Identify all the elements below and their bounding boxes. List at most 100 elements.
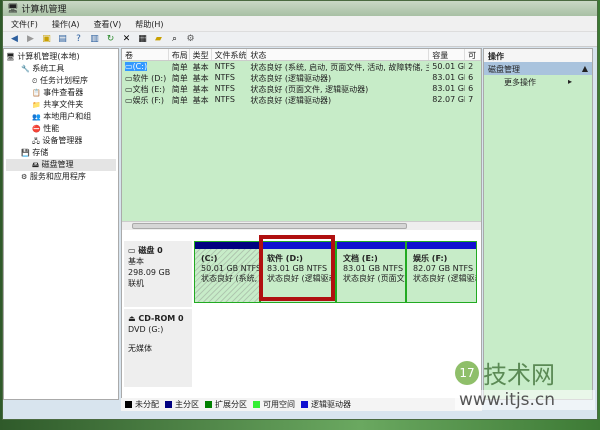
cell: NTFS <box>212 94 248 105</box>
cell: 基本 <box>190 94 212 105</box>
tree-item[interactable]: 🖥 计算机管理(本地) <box>6 51 116 63</box>
cell: 状态良好 (逻辑驱动器) <box>247 94 429 105</box>
cell: 7 <box>465 94 481 105</box>
col-filesystem[interactable]: 文件系统 <box>212 49 248 60</box>
cell-text: 7 <box>468 95 474 104</box>
volume-row[interactable]: ▭软件 (D:)简单基本NTFS状态良好 (逻辑驱动器)83.01 GB6 <box>122 72 481 83</box>
legend-swatch <box>205 401 212 408</box>
col-volume[interactable]: 卷 <box>122 49 169 60</box>
show-tree-icon[interactable]: ▤ <box>57 34 68 45</box>
disk-size: 298.09 GB <box>128 268 171 277</box>
tree-item-label: 事件查看器 <box>43 88 84 97</box>
volume-icon: ▭ <box>125 96 133 105</box>
volume-row[interactable]: ▭娱乐 (F:)简单基本NTFS状态良好 (逻辑驱动器)82.07 GB7 <box>122 94 481 105</box>
col-status[interactable]: 状态 <box>247 49 430 60</box>
menu-view[interactable]: 查看(V) <box>94 19 122 29</box>
cell: 83.01 GB <box>429 83 465 94</box>
cdrom-area[interactable] <box>194 307 477 387</box>
cell-text: 状态良好 (页面文件, 逻辑驱动器) <box>250 85 369 94</box>
more-actions-label: 更多操作 <box>504 78 536 87</box>
tree-item[interactable]: 📁 共享文件夹 <box>6 99 116 111</box>
cell-text: 简单 <box>171 63 188 72</box>
partition-size: 83.01 GB NTFS <box>343 264 404 273</box>
tree-item[interactable]: ⏲ 任务计划程序 <box>6 75 116 87</box>
cell-text: 简单 <box>171 85 188 94</box>
settings-icon[interactable]: ⚙ <box>185 34 196 45</box>
disk-0-label[interactable]: ▭ 磁盘 0 基本 298.09 GB 联机 <box>124 241 192 307</box>
cell: 2 <box>465 61 481 72</box>
volume-row[interactable]: ▭(C:) 简单 基本 NTFS 状态良好 (系统, 启动, 页面文件, 活动, 故障转… <box>122 61 481 72</box>
tree-item-label: 磁盘管理 <box>41 160 74 169</box>
volume-icon: ▭ <box>125 85 133 94</box>
tree-item[interactable]: 💾 存储 <box>6 147 116 159</box>
tree-node-icon: 📁 <box>32 101 41 109</box>
tree-item[interactable]: 🔧 系统工具 <box>6 63 116 75</box>
cdrom-name: CD-ROM 0 <box>138 314 184 323</box>
disk-type: 基本 <box>128 257 144 266</box>
horizontal-scrollbar[interactable] <box>122 221 481 230</box>
menu-bar: 文件(F) 操作(A) 查看(V) 帮助(H) <box>3 16 597 32</box>
forward-icon[interactable]: ▶ <box>25 34 36 45</box>
up-folder-icon[interactable]: ▣ <box>41 34 52 45</box>
tree-item[interactable]: 🖴 磁盘管理 <box>6 159 116 171</box>
delete-icon[interactable]: ✕ <box>121 34 132 45</box>
volume-list: 卷 布局 类型 文件系统 状态 容量 可 ▭(C:) 简单 基本 NTFS 状态良好 (… <box>122 49 481 230</box>
tree-item[interactable]: ⛔ 性能 <box>6 123 116 135</box>
actions-section[interactable]: 磁盘管理 ▲ <box>484 62 592 75</box>
tree-item[interactable]: ⚙ 服务和应用程序 <box>6 171 116 183</box>
col-layout[interactable]: 布局 <box>169 49 190 60</box>
disk-icon: ▭ 磁盘 0 <box>128 246 163 255</box>
action-pane-icon[interactable]: ▥ <box>89 34 100 45</box>
tree-node-icon: 🔧 <box>21 65 30 73</box>
cell-text: 状态良好 (系统, 启动, 页面文件, 活动, 故障转储, 主分区) <box>250 63 429 72</box>
col-type[interactable]: 类型 <box>190 49 212 60</box>
search-icon[interactable]: ⌕ <box>169 34 180 45</box>
tree-node-icon: 💾 <box>21 149 30 157</box>
tree-node-icon: ⚙ <box>21 173 28 181</box>
partition[interactable]: 娱乐 (F:) 82.07 GB NTFS 状态良好 (逻辑驱动 <box>406 241 477 303</box>
cell-text: 基本 <box>192 96 209 105</box>
tree-item[interactable]: 📋 事件查看器 <box>6 87 116 99</box>
tree-node-icon: 🖧 <box>32 137 40 145</box>
cell: 82.07 GB <box>429 94 465 105</box>
cell: 50.01 GB <box>429 61 465 72</box>
help-icon[interactable]: ? <box>73 34 84 45</box>
scrollbar-thumb[interactable] <box>132 223 407 229</box>
volume-row[interactable]: ▭文档 (E:) 简单 基本 NTFS 状态良好 (页面文件, 逻辑驱动器) 83.01 … <box>122 83 481 94</box>
cell: NTFS <box>212 61 248 72</box>
col-free[interactable]: 可 <box>465 49 481 60</box>
tree-item-label: 服务和应用程序 <box>29 172 86 181</box>
app-icon: 🖥 <box>7 3 19 14</box>
cell: 状态良好 (页面文件, 逻辑驱动器) <box>247 83 429 94</box>
tree-item[interactable]: 🖧 设备管理器 <box>6 135 116 147</box>
tree-item-label: 本地用户和组 <box>43 112 92 121</box>
properties-icon[interactable]: ▦ <box>137 34 148 45</box>
col-capacity[interactable]: 容量 <box>429 49 466 60</box>
chevron-right-icon: ▸ <box>567 77 572 86</box>
navigation-tree: 🖥 计算机管理(本地) 🔧 系统工具 ⏲ 任务计划程序 📋 事件查看器 📁 共享文件夹 👥… <box>3 48 119 400</box>
tree-item[interactable]: 👥 本地用户和组 <box>6 111 116 123</box>
refresh-icon[interactable]: ↻ <box>105 34 116 45</box>
cell-text: 6 <box>468 73 474 82</box>
cdrom-0-label[interactable]: ⏏ CD-ROM 0 DVD (G:) 无媒体 <box>124 309 192 387</box>
cell: ▭文档 (E:) <box>122 83 169 94</box>
more-actions[interactable]: 更多操作 ▸ <box>484 75 592 90</box>
cell: ▭(C:) <box>122 61 169 72</box>
cell: 基本 <box>190 61 212 72</box>
partition[interactable]: 文档 (E:)83.01 GB NTFS状态良好 (页面文件 <box>336 241 406 303</box>
legend-label: 扩展分区 <box>215 400 247 409</box>
legend-item: 逻辑驱动器 <box>301 399 351 410</box>
cell-text: 状态良好 (逻辑驱动器) <box>250 74 332 83</box>
collapse-icon[interactable]: ▲ <box>582 64 588 73</box>
partition-size: 50.01 GB NTFS <box>201 264 259 273</box>
watermark: 17 技术网 www.itjs.cn <box>455 355 595 410</box>
menu-help[interactable]: 帮助(H) <box>135 19 163 29</box>
open-icon[interactable]: ▰ <box>153 34 164 45</box>
disk-management-pane: 卷 布局 类型 文件系统 状态 容量 可 ▭(C:) 简单 基本 NTFS 状态良好 (… <box>121 48 482 400</box>
legend-swatch <box>125 401 132 408</box>
menu-action[interactable]: 操作(A) <box>52 19 80 29</box>
back-icon[interactable]: ◀ <box>9 34 20 45</box>
cell: 6 <box>465 72 481 83</box>
partition[interactable]: (C:)50.01 GB NTFS状态良好 (系统, 启 <box>194 241 260 303</box>
menu-file[interactable]: 文件(F) <box>11 19 38 29</box>
